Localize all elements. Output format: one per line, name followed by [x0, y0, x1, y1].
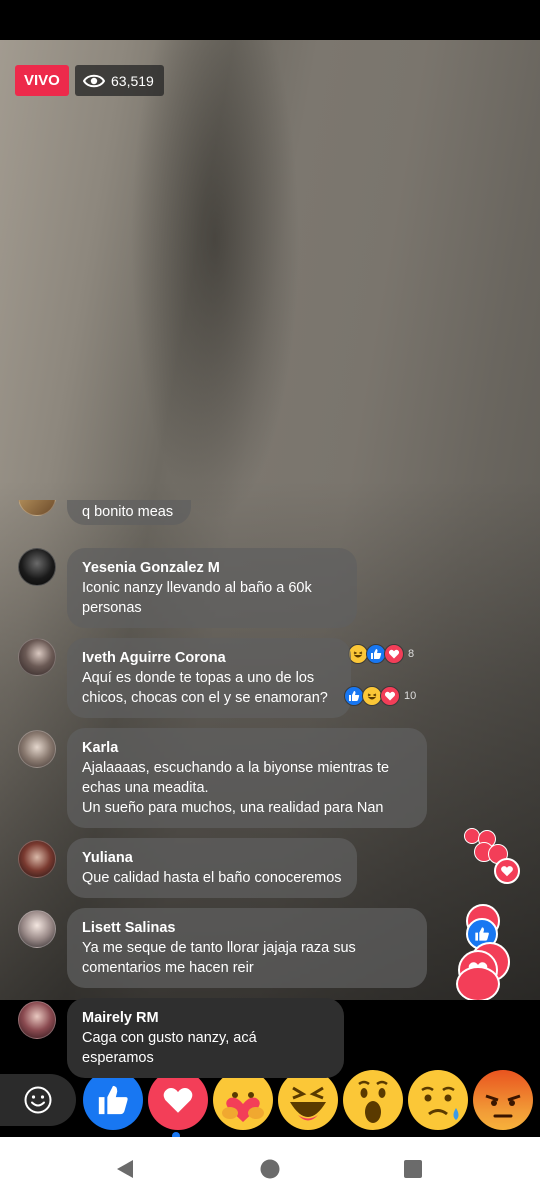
- comment-text: Caga con gusto nanzy, acá esperamos: [82, 1030, 257, 1066]
- smiley-icon: [23, 1085, 53, 1115]
- avatar[interactable]: [18, 1001, 56, 1039]
- back-triangle-icon[interactable]: [113, 1157, 137, 1181]
- comment-reactions[interactable]: 8: [348, 644, 415, 664]
- viewer-count-value: 63,519: [111, 72, 154, 89]
- love-reaction-button[interactable]: [148, 1070, 208, 1130]
- like-icon: [366, 644, 386, 664]
- commenter-name[interactable]: Mairely RM: [82, 1008, 329, 1028]
- status-bar: [0, 0, 540, 40]
- wow-reaction-button[interactable]: [343, 1070, 403, 1130]
- avatar[interactable]: [18, 730, 56, 768]
- comment-text: Que calidad hasta el baño conoceremos: [82, 870, 342, 886]
- haha-icon: [278, 1070, 338, 1130]
- live-badge: VIVO: [15, 65, 69, 96]
- commenter-name[interactable]: Lisett Salinas: [82, 918, 412, 938]
- angry-icon: [473, 1070, 533, 1130]
- avatar[interactable]: [18, 910, 56, 948]
- angry-reaction-button[interactable]: [473, 1070, 533, 1130]
- comment-feed[interactable]: q bonito meas Yesenia Gonzalez M Iconic …: [0, 500, 540, 1000]
- like-icon: [344, 686, 364, 706]
- comment-bubble: Mairely RM Caga con gusto nanzy, acá esp…: [67, 998, 344, 1078]
- wow-icon: [343, 1070, 403, 1130]
- comment-text: Ajalaaaas, escuchando a la biyonse mient…: [82, 760, 390, 816]
- system-nav-bar: [0, 1137, 540, 1200]
- viewer-count: 63,519: [75, 65, 164, 96]
- recents-square-icon[interactable]: [401, 1157, 425, 1181]
- love-icon: [384, 644, 404, 664]
- haha-reaction-button[interactable]: [278, 1070, 338, 1130]
- comment-bubble: Lisett Salinas Ya me seque de tanto llor…: [67, 908, 427, 988]
- commenter-name[interactable]: Iveth Aguirre Corona: [82, 648, 336, 668]
- eye-icon: [83, 74, 105, 88]
- emoji-button[interactable]: [0, 1074, 76, 1126]
- comment-bubble: q bonito meas: [67, 500, 191, 525]
- sad-icon: [408, 1070, 468, 1130]
- commenter-name[interactable]: Karla: [82, 738, 412, 758]
- comment-text: Ya me seque de tanto llorar jajaja raza …: [82, 940, 356, 976]
- comment-text: q bonito meas: [82, 504, 174, 520]
- comment-text: Iconic nanzy llevando al baño a 60k pers…: [82, 580, 312, 616]
- love-icon: [380, 686, 400, 706]
- like-icon: [96, 1083, 130, 1117]
- sad-reaction-button[interactable]: [408, 1070, 468, 1130]
- love-icon: [456, 966, 500, 1002]
- reaction-count: 10: [404, 690, 417, 702]
- haha-icon: [362, 686, 382, 706]
- love-icon: [161, 1083, 195, 1117]
- avatar[interactable]: [18, 500, 56, 516]
- avatar[interactable]: [18, 638, 56, 676]
- care-icon: [213, 1070, 273, 1130]
- reaction-count: 8: [408, 648, 415, 660]
- commenter-name[interactable]: Yesenia Gonzalez M: [82, 558, 342, 578]
- comment-bubble: Yesenia Gonzalez M Iconic nanzy llevando…: [67, 548, 357, 628]
- avatar[interactable]: [18, 548, 56, 586]
- avatar[interactable]: [18, 840, 56, 878]
- comment-bubble: Karla Ajalaaaas, escuchando a la biyonse…: [67, 728, 427, 828]
- care-reaction-button[interactable]: [213, 1070, 273, 1130]
- comment-bubble: Yuliana Que calidad hasta el baño conoce…: [67, 838, 357, 898]
- comment-reactions[interactable]: 10: [344, 686, 417, 706]
- home-circle-icon[interactable]: [258, 1157, 282, 1181]
- commenter-name[interactable]: Yuliana: [82, 848, 342, 868]
- love-icon: [494, 858, 520, 884]
- comment-text: Aquí es donde te topas a uno de los chic…: [82, 670, 328, 706]
- haha-icon: [348, 644, 368, 664]
- comment-bubble: Iveth Aguirre Corona Aquí es donde te to…: [67, 638, 351, 718]
- like-reaction-button[interactable]: [83, 1070, 143, 1130]
